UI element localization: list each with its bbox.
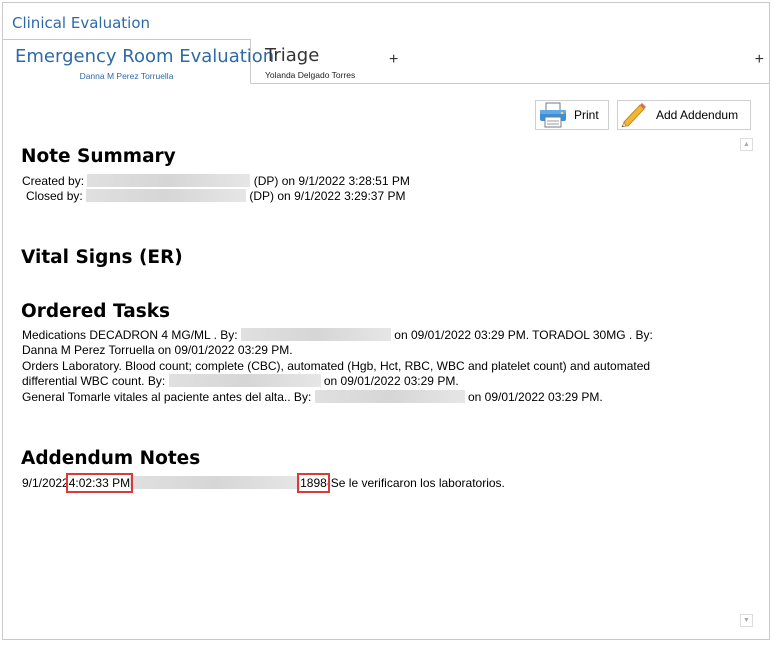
header: Clinical Evaluation xyxy=(3,3,769,39)
ordered-task-line: differential WBC count. By: on 09/01/202… xyxy=(22,374,459,389)
scroll-up-arrow-icon[interactable]: ▲ xyxy=(740,138,753,151)
ordered-task-line: Orders Laboratory. Blood count; complete… xyxy=(22,359,650,374)
closed-by-line: Closed by: (DP) on 9/1/2022 3:29:37 PM xyxy=(26,189,405,204)
add-addendum-button[interactable]: Add Addendum xyxy=(617,100,751,130)
ordered-task-line: General Tomarle vitales al paciente ante… xyxy=(22,390,603,405)
task-text: General Tomarle vitales al paciente ante… xyxy=(22,390,312,404)
pencil-icon xyxy=(620,102,650,128)
add-tab-right-icon[interactable]: + xyxy=(755,51,764,69)
ordered-task-line: Danna M Perez Torruella on 09/01/2022 03… xyxy=(22,343,293,358)
addendum-notes-heading: Addendum Notes xyxy=(21,448,201,469)
task-text: on 09/01/2022 03:29 PM. TORADOL 30MG . B… xyxy=(394,328,653,342)
tab-emergency-room-evaluation[interactable]: Emergency Room Evaluation Danna M Perez … xyxy=(3,39,274,84)
closed-by-label: Closed by: xyxy=(26,189,83,203)
closed-by-detail: (DP) on 9/1/2022 3:29:37 PM xyxy=(249,189,406,203)
note-summary-heading: Note Summary xyxy=(21,146,176,167)
ordered-tasks-heading: Ordered Tasks xyxy=(21,301,171,322)
ordered-task-line: Medications DECADRON 4 MG/ML . By: on 09… xyxy=(22,328,653,343)
created-by-detail: (DP) on 9/1/2022 3:28:51 PM xyxy=(253,174,410,188)
printer-icon xyxy=(538,102,568,128)
tab-subtitle: Danna M Perez Torruella xyxy=(79,71,174,81)
addendum-text: Se le verificaron los laboratorios. xyxy=(330,476,505,490)
vital-signs-heading: Vital Signs (ER) xyxy=(21,247,183,268)
redacted-name xyxy=(314,390,465,403)
redacted-name xyxy=(86,189,247,202)
app-title: Clinical Evaluation xyxy=(12,14,151,32)
created-by-label: Created by: xyxy=(22,174,85,188)
task-text: Orders Laboratory. Blood count; complete… xyxy=(22,359,651,373)
redacted-name xyxy=(168,374,321,387)
add-addendum-label: Add Addendum xyxy=(656,108,739,122)
note-content: Print Add Addendum ▲ Note Summary Create… xyxy=(3,84,769,639)
task-text: Danna M Perez Torruella on 09/01/2022 03… xyxy=(22,343,293,357)
task-text: on 09/01/2022 03:29 PM. xyxy=(323,374,459,388)
redacted-name xyxy=(87,174,251,187)
scroll-down-arrow-icon[interactable]: ▼ xyxy=(740,614,753,627)
tab-bar: Emergency Room Evaluation Danna M Perez … xyxy=(3,39,769,84)
tab-title: Triage xyxy=(265,45,320,66)
redacted-name xyxy=(130,476,301,489)
tab-triage[interactable]: Triage Yolanda Delgado Torres xyxy=(253,39,387,83)
add-tab-icon[interactable]: + xyxy=(389,51,398,69)
addendum-note-line: 9/1/20224:02:33 PM 1898-Se le verificaron… xyxy=(22,473,505,493)
tab-subtitle: Yolanda Delgado Torres xyxy=(265,70,356,80)
created-by-line: Created by: (DP) on 9/1/2022 3:28:51 PM xyxy=(22,174,410,189)
addendum-time: 4:02:33 PM xyxy=(65,473,134,493)
task-text: on 09/01/2022 03:29 PM. xyxy=(467,390,603,404)
redacted-name xyxy=(240,328,391,341)
print-button[interactable]: Print xyxy=(535,100,609,130)
task-text: Medications DECADRON 4 MG/ML . By: xyxy=(22,328,238,342)
addendum-date: 9/1/2022 xyxy=(22,476,69,490)
tab-title: Emergency Room Evaluation xyxy=(15,46,275,67)
task-text: differential WBC count. By: xyxy=(22,374,166,388)
clinical-evaluation-window: Clinical Evaluation Emergency Room Evalu… xyxy=(2,2,770,640)
addendum-code: 1898 xyxy=(297,473,330,493)
print-label: Print xyxy=(574,108,599,122)
